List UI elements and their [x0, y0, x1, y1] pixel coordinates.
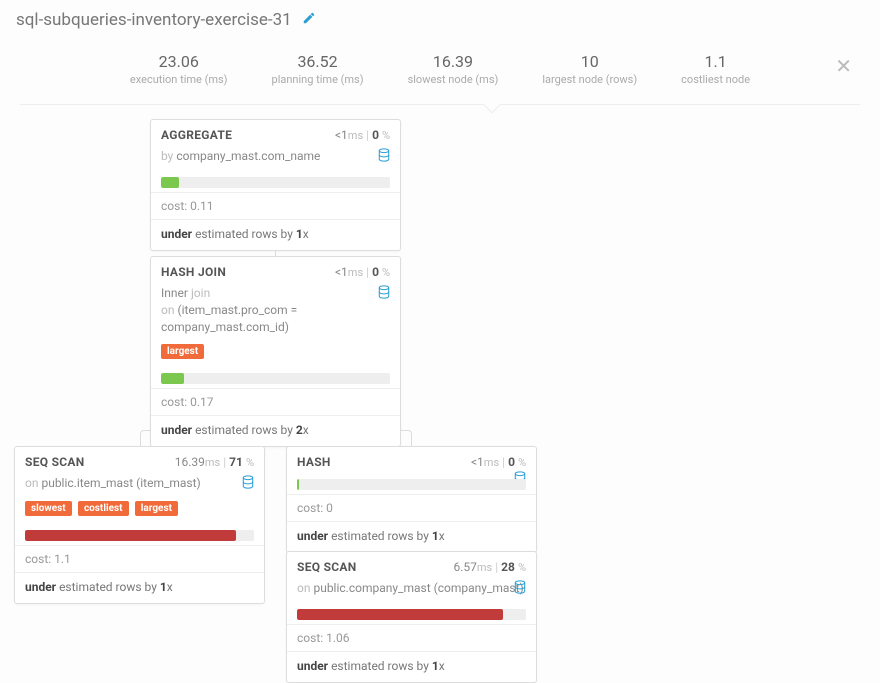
- stat-planning-time: 36.52 planning time (ms): [272, 52, 364, 86]
- node-seq-scan-item-mast[interactable]: SEQ SCAN 16.39ms|71 % on public.item_mas…: [14, 446, 265, 604]
- cost-row: cost: 0.17: [151, 389, 400, 415]
- node-detail: on public.company_mast (company_mast): [287, 578, 536, 603]
- stats-bar: 23.06 execution time (ms) 36.52 planning…: [20, 40, 860, 105]
- pointer-caret: [484, 97, 501, 114]
- cost-row: cost: 1.06: [287, 625, 536, 651]
- edit-icon[interactable]: [302, 11, 316, 29]
- under-row: under estimated rows by 2x: [151, 416, 400, 446]
- tag-largest: largest: [135, 501, 178, 516]
- node-detail: by company_mast.com_name: [151, 146, 400, 171]
- node-hash-join[interactable]: HASH JOIN <1ms|0 % Inner join on (item_m…: [150, 256, 401, 447]
- tag-slowest: slowest: [25, 501, 72, 516]
- stat-execution-time: 23.06 execution time (ms): [130, 52, 228, 86]
- node-detail: on public.item_mast (item_mast): [15, 473, 264, 498]
- node-bar: [161, 177, 390, 188]
- cost-row: cost: 1.1: [15, 546, 264, 572]
- node-title: HASH: [297, 455, 331, 469]
- node-title: AGGREGATE: [161, 128, 232, 142]
- title-bar: sql-subqueries-inventory-exercise-31: [0, 0, 880, 40]
- cost-row: cost: 0: [287, 495, 536, 521]
- node-bar: [297, 479, 526, 490]
- under-row: under estimated rows by 1x: [15, 573, 264, 603]
- node-metrics: <1ms|0 %: [335, 265, 390, 279]
- node-bar: [297, 609, 526, 620]
- node-metrics: <1ms|0 %: [471, 455, 526, 469]
- node-bar: [25, 530, 254, 541]
- node-title: SEQ SCAN: [297, 560, 357, 574]
- database-icon[interactable]: [242, 475, 254, 494]
- stat-largest-node: 10 largest node (rows): [542, 52, 637, 86]
- database-icon[interactable]: [378, 148, 390, 167]
- under-row: under estimated rows by 1x: [287, 652, 536, 682]
- close-icon[interactable]: ✕: [835, 54, 852, 78]
- under-row: under estimated rows by 1x: [287, 522, 536, 552]
- stat-slowest-node: 16.39 slowest node (ms): [408, 52, 499, 86]
- node-tags: largest: [151, 341, 400, 367]
- plan-canvas: AGGREGATE <1ms|0 % by company_mast.com_n…: [0, 113, 880, 653]
- stat-costliest-node: 1.1 costliest node: [681, 52, 750, 86]
- node-hash[interactable]: HASH <1ms|0 % cost: 0 under estimated ro…: [286, 446, 537, 553]
- node-aggregate[interactable]: AGGREGATE <1ms|0 % by company_mast.com_n…: [150, 119, 401, 251]
- tag-costliest: costliest: [78, 501, 129, 516]
- cost-row: cost: 0.11: [151, 193, 400, 219]
- node-metrics: 6.57ms|28 %: [454, 560, 527, 574]
- node-metrics: 16.39ms|71 %: [175, 455, 254, 469]
- node-title: SEQ SCAN: [25, 455, 85, 469]
- under-row: under estimated rows by 1x: [151, 220, 400, 250]
- node-tags: slowest costliest largest: [15, 498, 264, 524]
- node-seq-scan-company-mast[interactable]: SEQ SCAN 6.57ms|28 % on public.company_m…: [286, 551, 537, 683]
- page-title: sql-subqueries-inventory-exercise-31: [16, 10, 292, 30]
- database-icon[interactable]: [514, 580, 526, 599]
- node-detail: Inner join on (item_mast.pro_com = compa…: [151, 283, 400, 341]
- node-title: HASH JOIN: [161, 265, 226, 279]
- tag-largest: largest: [161, 344, 204, 359]
- database-icon[interactable]: [378, 285, 390, 304]
- node-metrics: <1ms|0 %: [335, 128, 390, 142]
- node-bar: [161, 373, 390, 384]
